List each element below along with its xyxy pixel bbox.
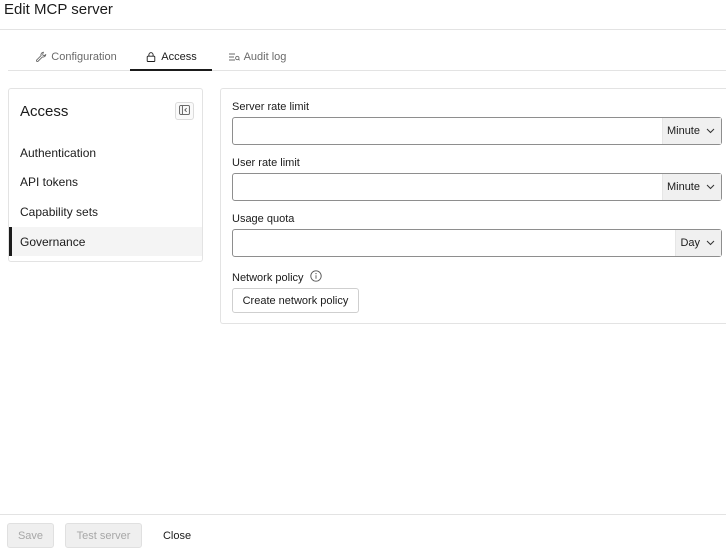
- audit-log-icon: [228, 51, 240, 63]
- footer-divider: [0, 514, 726, 515]
- tab-configuration-label: Configuration: [51, 51, 117, 63]
- sidebar-item-api-tokens[interactable]: API tokens: [9, 167, 202, 196]
- usage-quota-field: Day: [232, 229, 722, 257]
- server-rate-limit-input[interactable]: [233, 118, 653, 144]
- server-rate-limit-field: Minute: [232, 117, 722, 145]
- lock-icon: [145, 51, 157, 63]
- user-rate-limit-input[interactable]: [233, 174, 653, 200]
- tab-bar: Configuration Access Audit log: [8, 44, 726, 71]
- collapse-sidebar-button[interactable]: [175, 102, 194, 120]
- network-policy-row: Network policy: [232, 270, 322, 285]
- server-rate-limit-unit-value: Minute: [666, 125, 700, 137]
- sidebar-item-capability-sets[interactable]: Capability sets: [9, 197, 202, 226]
- usage-quota-input[interactable]: [233, 230, 653, 256]
- test-server-button[interactable]: Test server: [65, 523, 142, 548]
- dialog-title: Edit MCP server: [4, 1, 113, 18]
- user-rate-limit-unit-value: Minute: [666, 181, 700, 193]
- usage-quota-unit-select[interactable]: Day: [675, 230, 721, 256]
- server-rate-limit-unit-select[interactable]: Minute: [661, 118, 721, 144]
- chevron-down-icon: [706, 125, 715, 137]
- sidebar-item-governance[interactable]: Governance: [9, 227, 202, 256]
- tab-access[interactable]: Access: [130, 44, 212, 71]
- title-divider: [0, 29, 726, 30]
- sidebar-item-authentication[interactable]: Authentication: [9, 138, 202, 167]
- usage-quota-unit-value: Day: [680, 237, 700, 249]
- usage-quota-label: Usage quota: [232, 213, 295, 225]
- sidebar-title: Access: [20, 103, 69, 120]
- access-sidebar: Access Authentication API tokens Capabil…: [8, 88, 203, 262]
- server-rate-limit-label: Server rate limit: [232, 101, 310, 113]
- close-button[interactable]: Close: [152, 523, 202, 548]
- collapse-panel-icon: [179, 102, 190, 120]
- wrench-icon: [35, 51, 47, 63]
- network-policy-label: Network policy: [232, 271, 304, 284]
- chevron-down-icon: [706, 237, 715, 249]
- create-network-policy-button[interactable]: Create network policy: [232, 288, 359, 313]
- chevron-down-icon: [706, 181, 715, 193]
- tab-access-label: Access: [161, 50, 197, 63]
- tab-audit-log-label: Audit log: [243, 51, 287, 63]
- user-rate-limit-field: Minute: [232, 173, 722, 201]
- info-icon[interactable]: [309, 270, 322, 285]
- user-rate-limit-label: User rate limit: [232, 157, 300, 169]
- tab-audit-log[interactable]: Audit log: [222, 44, 292, 70]
- tab-configuration[interactable]: Configuration: [26, 44, 126, 70]
- user-rate-limit-unit-select[interactable]: Minute: [661, 174, 721, 200]
- save-button[interactable]: Save: [7, 523, 54, 548]
- governance-panel: Server rate limit Minute User rate limit…: [220, 88, 726, 324]
